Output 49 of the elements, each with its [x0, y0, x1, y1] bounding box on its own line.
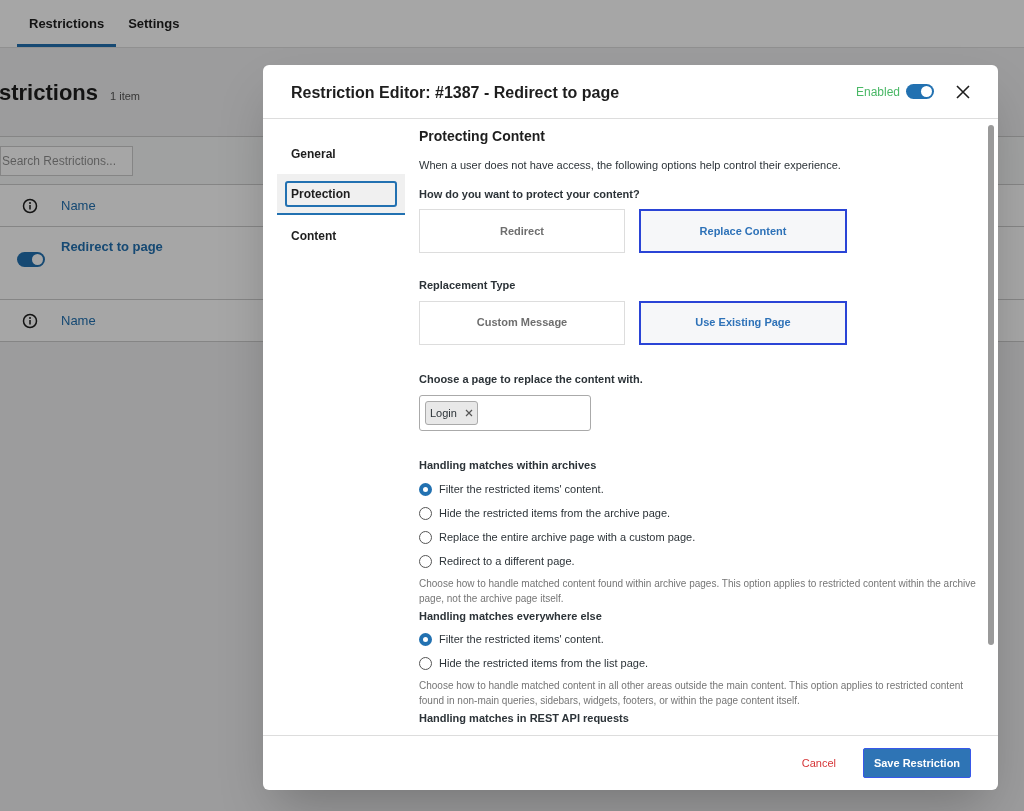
help-text: Choose how to handle matched content in all other areas outside the main content. This option applies to restricted content found in non-main queries, sidebars, widgets, footers, or within the page content itself.	[419, 679, 965, 708]
info-icon	[22, 197, 38, 214]
field-label: Handling matches in REST API requests	[419, 711, 630, 726]
radio-button[interactable]	[419, 506, 432, 520]
radio-label[interactable]: Hide the restricted items from the archive page.	[439, 504, 671, 522]
option-button[interactable]: Replace Content	[639, 209, 847, 253]
field-label: Handling matches everywhere else	[419, 608, 603, 624]
page-heading: strictions	[0, 79, 99, 107]
close-icon[interactable]	[956, 84, 970, 99]
field-label: How do you want to protect your content?	[419, 186, 641, 202]
radio-button[interactable]	[419, 530, 432, 544]
radio-label[interactable]: Hide the restricted items from the list page.	[439, 655, 649, 672]
option-button[interactable]: Use Existing Page	[639, 300, 847, 345]
enable-toggle[interactable]	[17, 252, 45, 267]
radio-label[interactable]: Filter the restricted items' content.	[439, 631, 604, 648]
section-title: Protecting Content	[419, 127, 546, 146]
radio-label[interactable]: Filter the restricted items' content.	[439, 480, 604, 498]
help-text: Choose how to handle matched content found within archive pages. This option applies to restricted content within the archive page, not the archive page itself.	[419, 576, 977, 606]
radio-label[interactable]: Replace the entire archive page with a custom page.	[439, 528, 696, 546]
enabled-toggle[interactable]	[906, 84, 934, 99]
tab[interactable]: Settings	[116, 0, 192, 47]
field-label: Replacement Type	[419, 278, 517, 293]
option-button[interactable]: Redirect	[419, 209, 625, 253]
radio-button[interactable]	[419, 633, 432, 646]
column-header[interactable]: Name	[61, 310, 96, 331]
scrollbar[interactable]	[988, 125, 994, 645]
cancel-button[interactable]: Cancel	[796, 748, 841, 778]
radio-button[interactable]	[419, 657, 432, 670]
radio-label[interactable]: Redirect to a different page.	[439, 552, 575, 570]
page-select-field[interactable]: Login	[419, 395, 591, 431]
tab[interactable]: Restrictions	[17, 0, 117, 47]
remove-icon[interactable]	[464, 409, 473, 417]
intro-text: When a user does not have access, the following options help control their experience.	[419, 158, 842, 173]
search-field[interactable]: Search Restrictions...	[0, 145, 133, 176]
save-button[interactable]: Save Restriction	[863, 748, 971, 778]
nav-tab[interactable]: Content	[291, 226, 337, 245]
info-icon	[22, 312, 38, 329]
modal-title: Restriction Editor: #1387 - Redirect to page	[291, 82, 621, 103]
column-header[interactable]: Name	[61, 195, 96, 216]
field-label: Choose a page to replace the content with.	[419, 371, 644, 387]
option-button[interactable]: Custom Message	[419, 300, 625, 345]
nav-tab[interactable]: Protection	[285, 180, 397, 207]
radio-button[interactable]	[419, 554, 432, 568]
status-label: Enabled	[855, 83, 900, 101]
nav-tab[interactable]: General	[291, 144, 336, 163]
item-count: 1 item	[110, 89, 140, 104]
field-label: Handling matches within archives	[419, 458, 598, 473]
restriction-link[interactable]: Redirect to page	[61, 227, 163, 257]
radio-button[interactable]	[419, 482, 432, 496]
